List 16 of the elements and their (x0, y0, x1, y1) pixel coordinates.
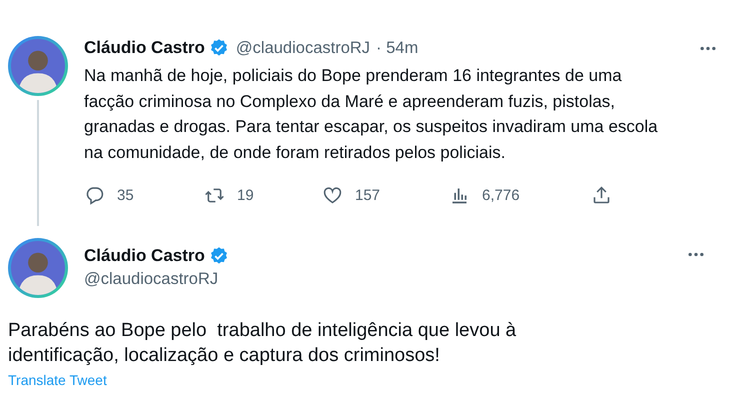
author-handle[interactable]: @claudiocastroRJ (84, 270, 232, 289)
action-count: 19 (237, 186, 254, 204)
tweet-time[interactable]: · 54m (376, 38, 418, 58)
tweet-text: Na manhã de hoje, policiais do Bope prenderam 16 integrantes de uma facção criminosa no Complexo da Maré e apreenderam fuzis, pistolas, granadas e drogas. Para tentar escapar, os suspeitos invadiram uma escola na comunidade, de onde foram retirados pelos policiais. (84, 65, 659, 164)
action-count: 35 (117, 186, 134, 204)
tweet-text: Parabéns ao Bope pelo trabalho de inteligência que levou à identificação, localização e captura dos criminosos! (8, 319, 518, 368)
action-count: 6,776 (482, 186, 520, 204)
more-options-icon[interactable] (699, 46, 717, 50)
share-icon[interactable] (591, 184, 612, 206)
action-count: 157 (355, 186, 380, 204)
author-handle[interactable]: @claudiocastroRJ (236, 38, 370, 58)
reply-icon[interactable] (84, 184, 105, 206)
more-options-icon[interactable] (687, 252, 705, 257)
author-name[interactable]: Cláudio Castro (84, 38, 205, 58)
author-name[interactable]: Cláudio Castro (84, 246, 205, 266)
like-icon[interactable] (322, 184, 343, 206)
